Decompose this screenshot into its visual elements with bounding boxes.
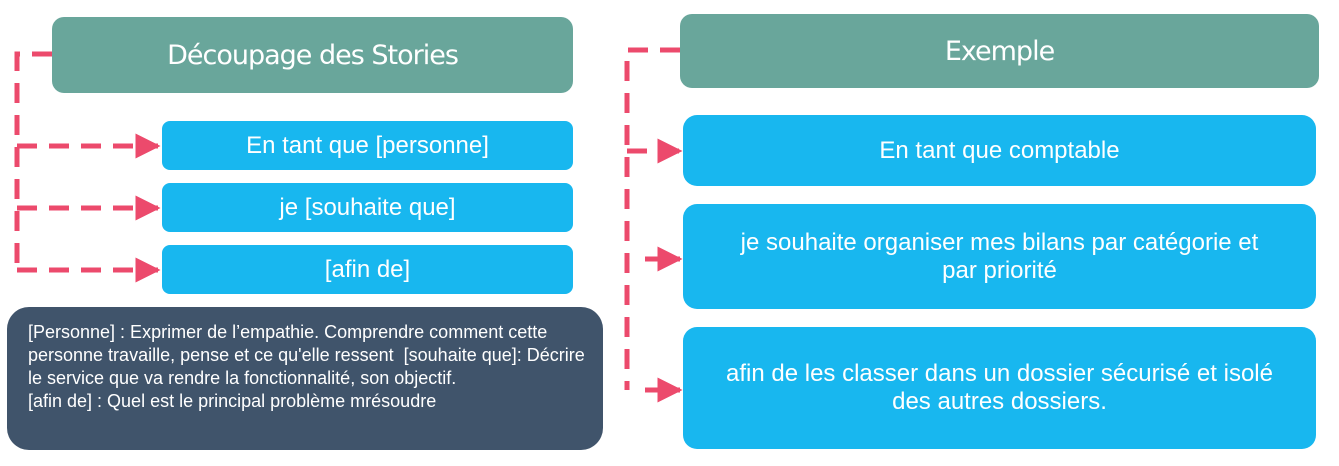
right-item-goal: afin de les classer dans un dossier sécu… xyxy=(683,327,1316,449)
left-item-wish-label: je [souhaite que] xyxy=(279,193,456,221)
left-item-goal-label: [afin de] xyxy=(324,255,411,283)
right-item-wish: je souhaite organiser mes bilans par cat… xyxy=(683,204,1316,309)
left-item-goal: [afin de] xyxy=(162,245,573,294)
right-header-title: Exemple xyxy=(944,35,1055,67)
right-connector-trunk xyxy=(624,47,680,390)
right-item-person-label: En tant que comptable xyxy=(879,136,1120,164)
left-item-person-label: En tant que [personne] xyxy=(246,131,489,159)
left-connector-trunk xyxy=(14,51,52,270)
left-header-title: Découpage des Stories xyxy=(167,39,459,71)
right-item-person: En tant que comptable xyxy=(683,115,1316,186)
left-item-person: En tant que [personne] xyxy=(162,121,573,170)
right-item-goal-label: afin de les classer dans un dossier sécu… xyxy=(726,360,1273,415)
right-item-wish-label: je souhaite organiser mes bilans par cat… xyxy=(740,228,1259,284)
left-item-wish: je [souhaite que] xyxy=(162,183,573,232)
left-header: Découpage des Stories xyxy=(52,17,573,93)
explanation-note: [Personne] : Exprimer de l’empathie. Com… xyxy=(7,307,603,450)
right-header: Exemple xyxy=(680,14,1319,88)
